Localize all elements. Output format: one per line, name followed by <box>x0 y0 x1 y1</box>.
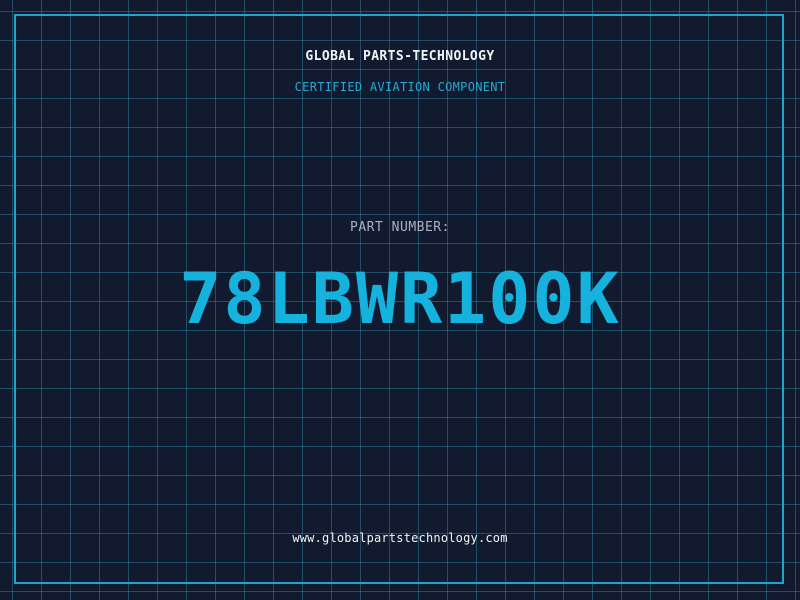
company-name: GLOBAL PARTS-TECHNOLOGY <box>305 49 495 64</box>
website-url: www.globalpartstechnology.com <box>292 531 508 545</box>
part-card: GLOBAL PARTS-TECHNOLOGY CERTIFIED AVIATI… <box>0 0 800 600</box>
certification-subtitle: CERTIFIED AVIATION COMPONENT <box>294 80 506 94</box>
part-number-value: 78LBWR100K <box>179 258 621 340</box>
part-number-label: PART NUMBER: <box>350 220 450 235</box>
